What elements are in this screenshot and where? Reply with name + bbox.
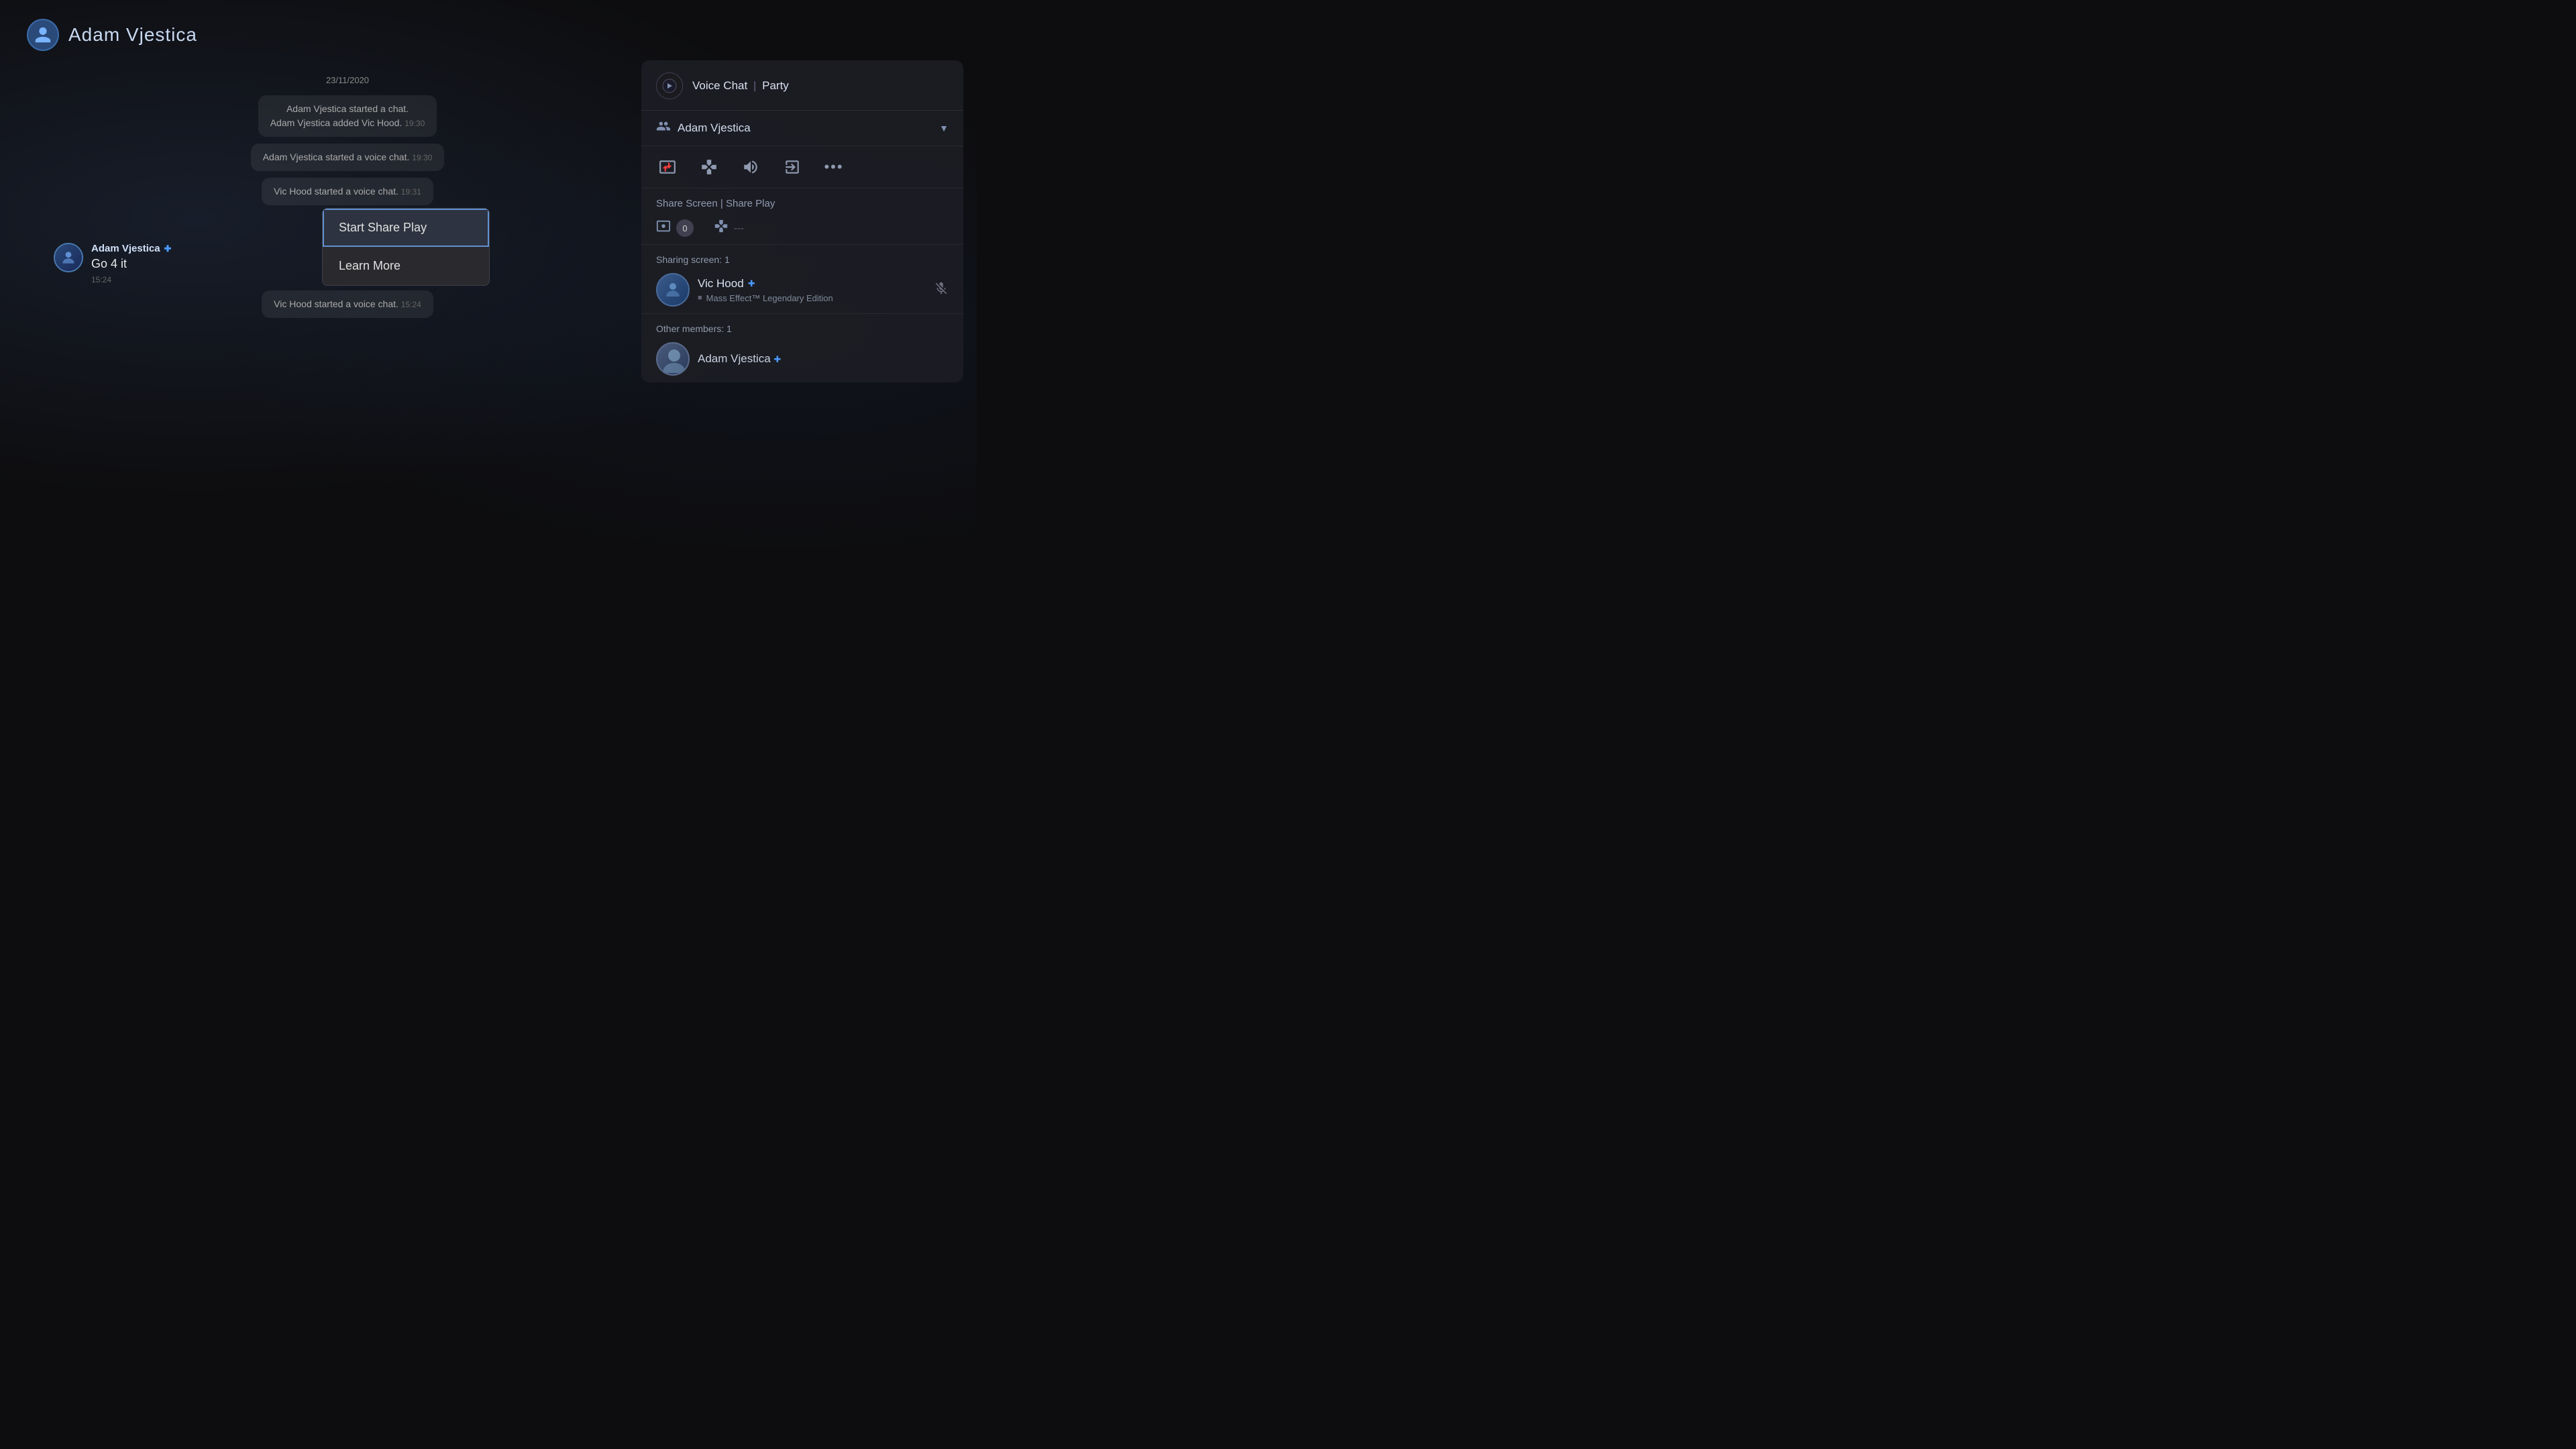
message-text: Go 4 it	[91, 257, 171, 271]
share-play-icon	[714, 219, 729, 237]
date-separator: 23/11/2020	[40, 75, 655, 85]
viewers-count: 0	[676, 219, 694, 237]
volume-icon[interactable]	[739, 156, 762, 178]
panel-title: Voice Chat | Party	[692, 79, 789, 93]
timestamp-1: 19:30	[405, 119, 425, 128]
right-panel: Voice Chat | Party Adam Vjestica ▼	[641, 60, 963, 382]
playstation-icon	[656, 72, 683, 99]
mute-icon[interactable]	[934, 281, 949, 299]
sharing-user-name: Vic Hood ✚	[698, 277, 926, 290]
sharing-user-row: Vic Hood ✚ ■ Mass Effect™ Legendary Edit…	[656, 273, 949, 307]
viewers-icon	[656, 219, 671, 237]
system-message-today: Vic Hood started a voice chat. 15:24	[262, 290, 433, 318]
sharing-user-info: Vic Hood ✚ ■ Mass Effect™ Legendary Edit…	[698, 277, 926, 303]
sharing-avatar	[656, 273, 690, 307]
share-play-stat: ---	[714, 219, 744, 237]
screen-share-toolbar-icon[interactable]	[656, 156, 679, 178]
ps-plus-icon: ✚	[164, 244, 172, 254]
sharing-label: Sharing screen: 1	[656, 254, 949, 265]
other-member-row: Adam Vjestica ✚	[656, 342, 949, 376]
sharing-section: Sharing screen: 1 Vic Hood ✚ ■ Mass Effe…	[641, 245, 963, 314]
party-member-info: Adam Vjestica	[656, 119, 751, 138]
system-message-1: Adam Vjestica started a chat. Adam Vjest…	[258, 95, 437, 137]
page-header: Adam Vjestica	[27, 19, 197, 51]
message-content: Adam Vjestica ✚ Go 4 it 15:24	[91, 243, 171, 284]
more-options-icon[interactable]: •••	[822, 156, 845, 178]
learn-more-button[interactable]: Learn More	[323, 247, 489, 285]
other-ps-plus-icon: ✚	[773, 354, 781, 364]
other-members-label: Other members: 1	[656, 323, 949, 334]
game-icon: ■	[698, 294, 702, 302]
system-message-3: Vic Hood started a voice chat. 19:31	[262, 178, 433, 205]
controller-icon[interactable]	[698, 156, 720, 178]
message-author: Adam Vjestica ✚	[91, 243, 171, 254]
other-member-avatar	[656, 342, 690, 376]
icon-toolbar: •••	[641, 146, 963, 189]
other-members-section: Other members: 1 Adam Vjestica ✚	[641, 314, 963, 382]
timestamp-today: 15:24	[401, 300, 421, 309]
timestamp-3: 19:31	[401, 187, 421, 197]
exit-icon[interactable]	[781, 156, 804, 178]
system-message-2: Adam Vjestica started a voice chat. 19:3…	[251, 144, 445, 171]
avatar-inner	[55, 244, 82, 271]
page-title: Adam Vjestica	[68, 24, 197, 46]
share-screen-title: Share Screen | Share Play	[656, 198, 949, 209]
viewers-stat: 0	[656, 219, 694, 237]
other-member-name: Adam Vjestica ✚	[698, 352, 781, 366]
timestamp-2: 19:30	[412, 153, 432, 162]
dropdown-arrow-icon: ▼	[939, 123, 949, 133]
start-share-play-button[interactable]: Start Share Play	[323, 209, 489, 247]
share-screen-section: Share Screen | Share Play 0	[641, 189, 963, 245]
party-member-name: Adam Vjestica	[678, 121, 751, 135]
dropdown-menu: Start Share Play Learn More	[322, 208, 490, 286]
panel-header: Voice Chat | Party	[641, 60, 963, 111]
share-stats-row: 0 ---	[656, 219, 949, 237]
party-icon	[656, 119, 671, 138]
header-icon	[27, 19, 59, 51]
chat-area: 23/11/2020 Adam Vjestica started a chat.…	[40, 67, 655, 521]
message-time: 15:24	[91, 275, 171, 284]
avatar	[54, 243, 83, 272]
sharing-user-game: ■ Mass Effect™ Legendary Edition	[698, 293, 926, 303]
party-member-row[interactable]: Adam Vjestica ▼	[641, 111, 963, 146]
sharing-ps-plus-icon: ✚	[748, 278, 755, 289]
share-play-dashes: ---	[734, 223, 744, 234]
